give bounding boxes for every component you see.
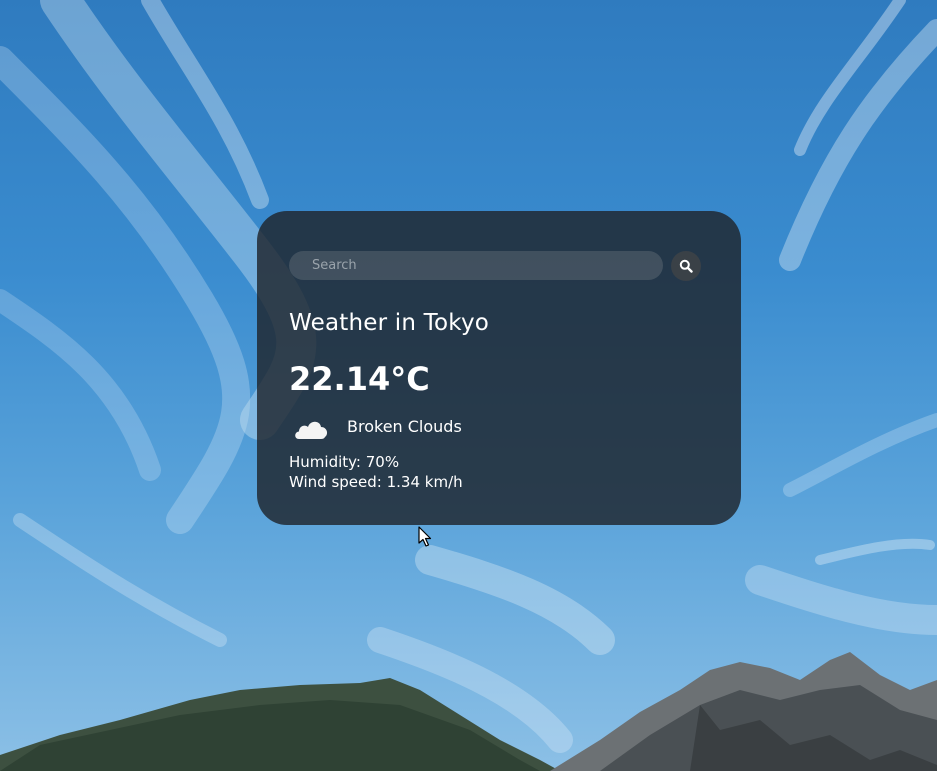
temperature: 22.14°C: [289, 360, 430, 398]
humidity-text: Humidity: 70%: [289, 453, 400, 471]
wind-speed-text: Wind speed: 1.34 km/h: [289, 473, 463, 491]
search-bar: [289, 251, 703, 281]
search-icon: [679, 259, 693, 273]
weather-card: Weather in Tokyo 22.14°C Broken Clouds H…: [257, 211, 741, 525]
mouse-cursor-icon: [418, 526, 432, 547]
cloud-icon: [295, 421, 328, 439]
search-input[interactable]: [289, 251, 663, 280]
search-button[interactable]: [671, 251, 701, 281]
weather-description: Broken Clouds: [347, 417, 462, 436]
city-title: Weather in Tokyo: [289, 310, 490, 336]
